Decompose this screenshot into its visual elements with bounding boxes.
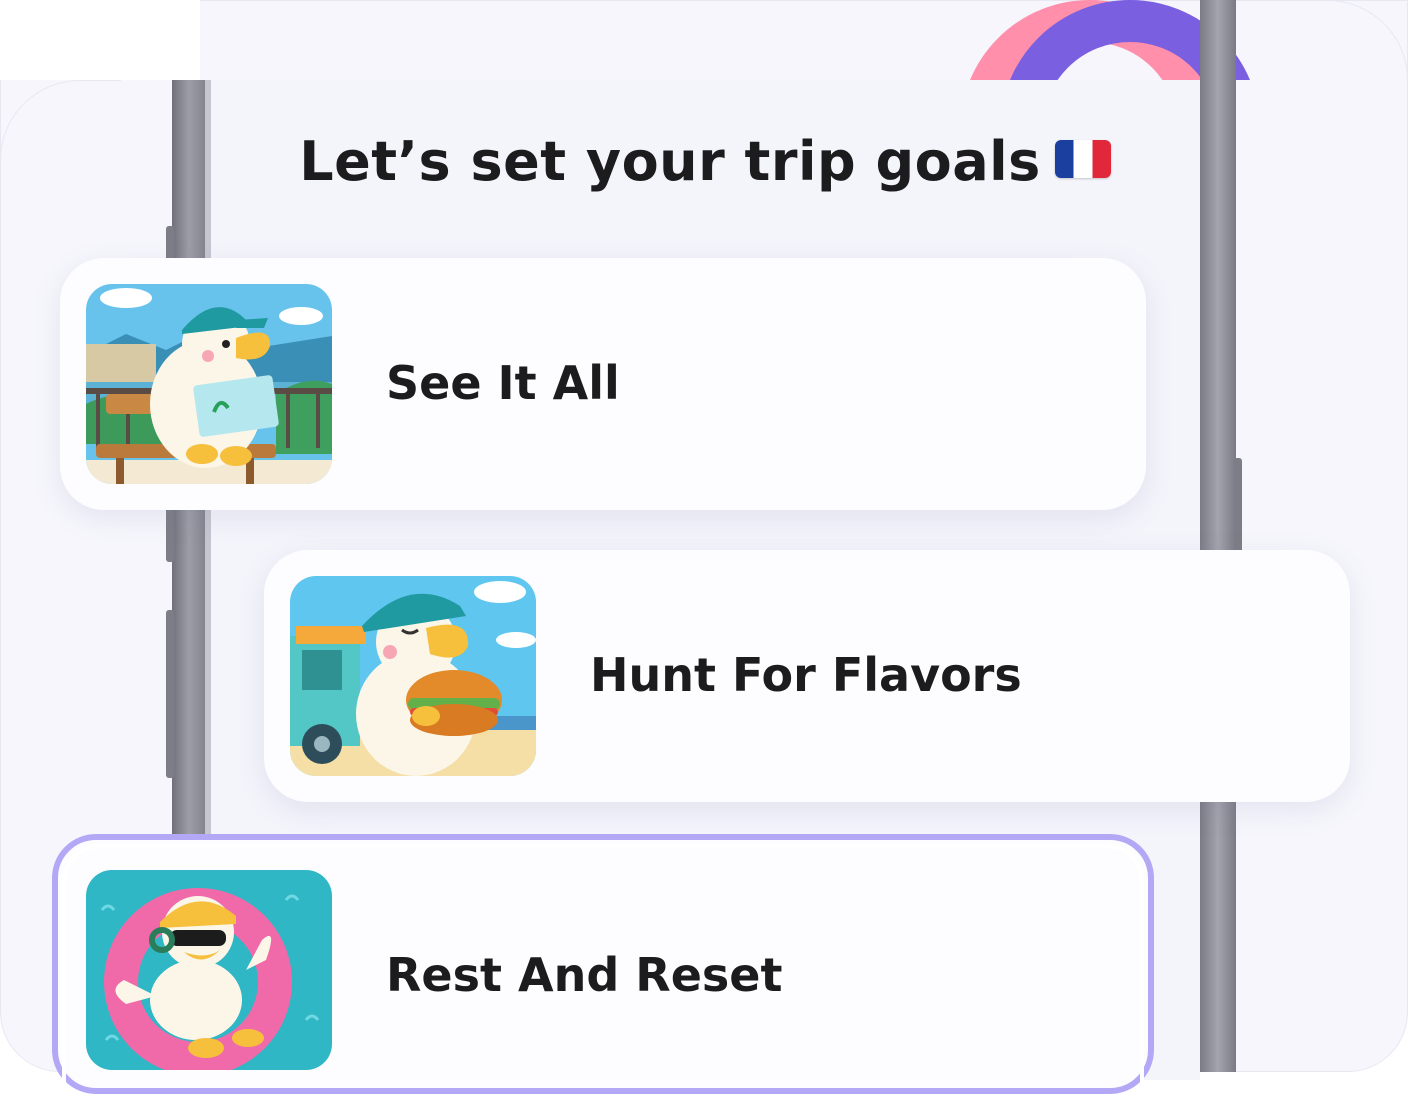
duck-floating-pool-icon	[86, 870, 332, 1070]
goal-option-see-it-all[interactable]: See It All	[60, 258, 1146, 510]
background-corner	[0, 0, 200, 80]
phone-side-button	[166, 226, 174, 262]
phone-side-button	[166, 610, 174, 778]
goal-option-label: Hunt For Flavors	[590, 648, 1022, 702]
goal-option-label: Rest And Reset	[386, 948, 783, 1002]
goal-option-hunt-for-flavors[interactable]: Hunt For Flavors	[264, 550, 1350, 802]
duck-reading-map-icon	[86, 284, 332, 484]
page-title: Let’s set your trip goals	[210, 130, 1200, 193]
phone-frame-right	[1200, 0, 1236, 1072]
goal-option-rest-and-reset[interactable]: Rest And Reset	[52, 834, 1154, 1118]
duck-eating-sandwich-icon	[290, 576, 536, 776]
goal-option-label: See It All	[386, 356, 620, 410]
france-flag-icon	[1054, 140, 1111, 179]
